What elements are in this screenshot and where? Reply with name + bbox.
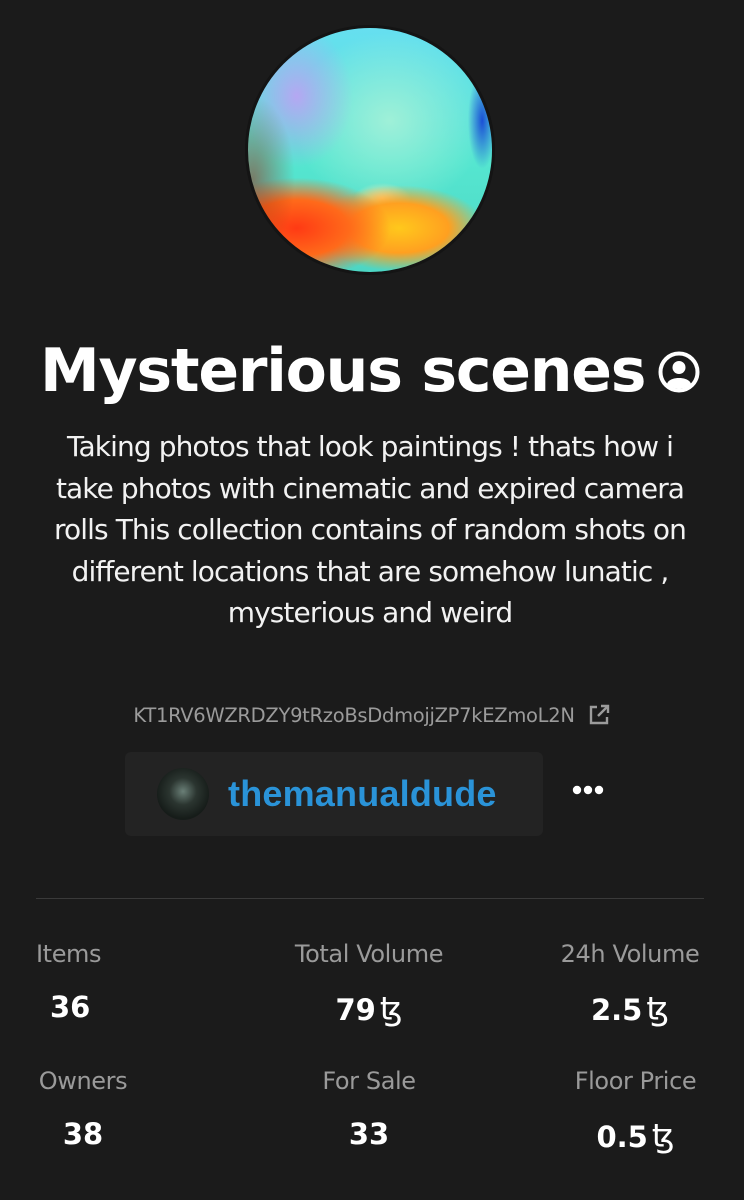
stat-value: 0.5 ꜩ <box>568 1117 703 1155</box>
stat-owners: Owners 38 <box>36 1067 130 1151</box>
stat-label: Floor Price <box>574 1067 697 1095</box>
stat-for-sale: For Sale 33 <box>318 1067 420 1151</box>
stat-value: 38 <box>62 1117 104 1151</box>
stat-label: Owners <box>38 1067 128 1095</box>
stat-24h-volume: 24h Volume 2.5 ꜩ <box>557 940 703 1028</box>
contract-address[interactable]: KT1RV6WZRDZY9tRzoBsDdmojjZP7kEZmoL2N <box>133 704 575 727</box>
tez-icon: ꜩ <box>379 990 403 1028</box>
stat-label: For Sale <box>322 1067 416 1095</box>
stat-value: 33 <box>348 1117 390 1151</box>
stat-label: Total Volume <box>294 940 444 968</box>
contract-address-row[interactable]: KT1RV6WZRDZY9tRzoBsDdmojjZP7kEZmoL2N <box>0 700 744 730</box>
collection-avatar <box>245 25 495 275</box>
tez-icon: ꜩ <box>646 990 670 1028</box>
stat-value-number: 2.5 <box>590 993 643 1027</box>
stat-value-number: 0.5 <box>596 1120 648 1154</box>
stat-value: 2.5 ꜩ <box>557 990 703 1028</box>
stat-total-volume: Total Volume 79 ꜩ <box>288 940 450 1028</box>
stat-label: Items <box>36 940 102 968</box>
stat-label: 24h Volume <box>560 940 700 968</box>
stat-items: Items 36 <box>36 940 102 1024</box>
divider <box>36 898 704 899</box>
creator-avatar <box>157 768 209 820</box>
external-link-icon[interactable] <box>587 703 611 727</box>
creator-name[interactable]: themanualdude <box>228 772 497 816</box>
stat-floor-price: Floor Price 0.5 ꜩ <box>568 1067 703 1155</box>
more-options-button[interactable] <box>560 770 616 810</box>
user-circle-icon[interactable] <box>658 351 700 393</box>
stat-value: 36 <box>50 990 91 1024</box>
stat-value: 79 ꜩ <box>288 990 450 1028</box>
collection-title: Mysterious scenes <box>40 336 646 406</box>
tez-icon: ꜩ <box>651 1117 675 1155</box>
collection-description: Taking photos that look paintings ! that… <box>54 430 687 629</box>
stat-value-number: 79 <box>335 993 376 1027</box>
title-row: Mysterious scenes <box>0 333 744 413</box>
more-horizontal-icon <box>572 785 604 795</box>
creator-chip[interactable]: themanualdude <box>125 752 543 836</box>
